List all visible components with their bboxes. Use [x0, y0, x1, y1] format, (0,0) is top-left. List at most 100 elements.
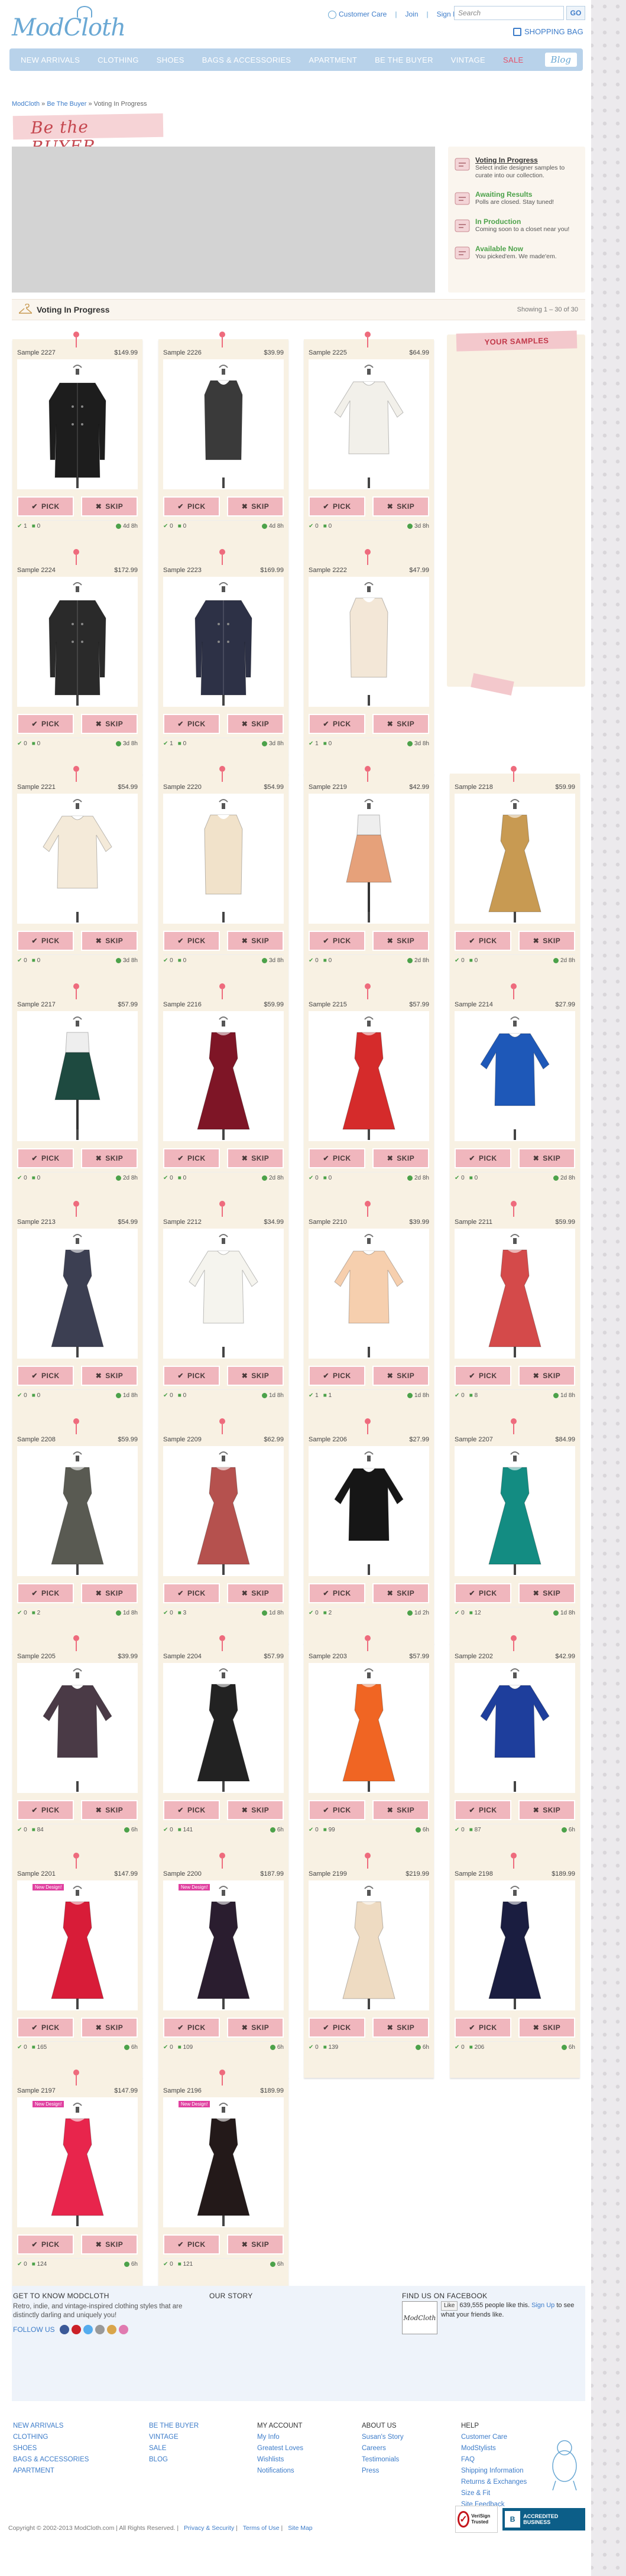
pick-button[interactable]: ✔ PICK — [17, 1366, 74, 1386]
product-name[interactable]: Sample 2206 — [309, 1436, 347, 1443]
comment-count[interactable]: ■ 2 — [323, 1610, 332, 1616]
footer-link-new-arrivals[interactable]: NEW ARRIVALS — [13, 2421, 89, 2432]
product-photo[interactable] — [309, 1011, 429, 1141]
product-photo[interactable] — [17, 1229, 138, 1359]
pick-button[interactable]: ✔ PICK — [309, 931, 365, 951]
product-photo[interactable] — [17, 794, 138, 924]
skip-button[interactable]: ✖ SKIP — [227, 2018, 284, 2038]
breadcrumb-home[interactable]: ModCloth — [12, 100, 40, 108]
comment-count[interactable]: ■ 0 — [178, 1392, 186, 1399]
comment-count[interactable]: ■ 141 — [178, 1827, 193, 1833]
skip-button[interactable]: ✖ SKIP — [518, 2018, 575, 2038]
comment-count[interactable]: ■ 0 — [32, 957, 40, 964]
product-photo[interactable] — [309, 359, 429, 489]
product-photo[interactable] — [309, 577, 429, 707]
comment-count[interactable]: ■ 3 — [178, 1610, 186, 1616]
skip-button[interactable]: ✖ SKIP — [372, 496, 429, 517]
footer-link-shipping-information[interactable]: Shipping Information — [461, 2465, 527, 2477]
comment-count[interactable]: ■ 0 — [323, 740, 332, 747]
customer-care-link[interactable]: Customer Care — [328, 10, 387, 19]
skip-button[interactable]: ✖ SKIP — [518, 1148, 575, 1168]
comment-count[interactable]: ■ 0 — [32, 740, 40, 747]
skip-button[interactable]: ✖ SKIP — [518, 1583, 575, 1603]
product-name[interactable]: Sample 2223 — [163, 567, 202, 574]
facebook-like-button[interactable]: Like — [441, 2301, 458, 2311]
product-photo[interactable] — [455, 1880, 575, 2010]
product-photo[interactable] — [17, 577, 138, 707]
product-name[interactable]: Sample 2203 — [309, 1653, 347, 1660]
skip-button[interactable]: ✖ SKIP — [81, 2234, 138, 2255]
skip-button[interactable]: ✖ SKIP — [227, 1148, 284, 1168]
pick-button[interactable]: ✔ PICK — [309, 1366, 365, 1386]
comment-count[interactable]: ■ 0 — [178, 957, 186, 964]
product-photo[interactable] — [17, 1880, 138, 2010]
product-name[interactable]: Sample 2207 — [455, 1436, 493, 1443]
product-name[interactable]: Sample 2214 — [455, 1001, 493, 1008]
footer-link-apartment[interactable]: APARTMENT — [13, 2465, 89, 2477]
pick-button[interactable]: ✔ PICK — [309, 2018, 365, 2038]
product-photo[interactable] — [163, 1229, 284, 1359]
product-name[interactable]: Sample 2225 — [309, 349, 347, 356]
product-photo[interactable] — [163, 1011, 284, 1141]
pick-button[interactable]: ✔ PICK — [163, 1583, 220, 1603]
skip-button[interactable]: ✖ SKIP — [227, 1800, 284, 1820]
comment-count[interactable]: ■ 1 — [323, 1392, 332, 1399]
shopping-bag-link[interactable]: SHOPPING BAG — [513, 27, 583, 36]
footer-link-customer-care[interactable]: Customer Care — [461, 2432, 527, 2443]
skip-button[interactable]: ✖ SKIP — [227, 2234, 284, 2255]
footer-link-shoes[interactable]: SHOES — [13, 2443, 89, 2454]
comment-count[interactable]: ■ 12 — [469, 1610, 481, 1616]
product-name[interactable]: Sample 2198 — [455, 1870, 493, 1877]
pick-button[interactable]: ✔ PICK — [309, 496, 365, 517]
pick-button[interactable]: ✔ PICK — [309, 1583, 365, 1603]
product-photo[interactable] — [309, 794, 429, 924]
product-name[interactable]: Sample 2205 — [17, 1653, 56, 1660]
product-name[interactable]: Sample 2212 — [163, 1219, 202, 1226]
terms-link[interactable]: Terms of Use — [243, 2525, 280, 2532]
product-name[interactable]: Sample 2209 — [163, 1436, 202, 1443]
product-photo[interactable] — [163, 1880, 284, 2010]
footer-link-my-info[interactable]: My Info — [257, 2432, 303, 2443]
privacy-link[interactable]: Privacy & Security — [184, 2525, 234, 2532]
nav-item-apartment[interactable]: APARTMENT — [300, 48, 366, 71]
product-photo[interactable] — [309, 1229, 429, 1359]
footer-link-modstylists[interactable]: ModStylists — [461, 2443, 527, 2454]
pick-button[interactable]: ✔ PICK — [17, 496, 74, 517]
product-name[interactable]: Sample 2199 — [309, 1870, 347, 1877]
footer-link-returns-exchanges[interactable]: Returns & Exchanges — [461, 2477, 527, 2488]
comment-count[interactable]: ■ 0 — [323, 1175, 332, 1181]
product-name[interactable]: Sample 2200 — [163, 1870, 202, 1877]
skip-button[interactable]: ✖ SKIP — [81, 1800, 138, 1820]
nav-item-clothing[interactable]: CLOTHING — [89, 48, 148, 71]
nav-item-be-the-buyer[interactable]: BE THE BUYER — [366, 48, 442, 71]
product-photo[interactable] — [309, 1880, 429, 2010]
comment-count[interactable]: ■ 206 — [469, 2044, 485, 2051]
nav-item-sale[interactable]: SALE — [494, 48, 532, 71]
footer-link-notifications[interactable]: Notifications — [257, 2465, 303, 2477]
instagram-icon[interactable] — [106, 2325, 116, 2334]
facebook-icon[interactable] — [59, 2325, 69, 2334]
skip-button[interactable]: ✖ SKIP — [372, 1148, 429, 1168]
product-photo[interactable] — [163, 577, 284, 707]
join-link[interactable]: Join — [405, 10, 418, 18]
product-name[interactable]: Sample 2220 — [163, 784, 202, 791]
pick-button[interactable]: ✔ PICK — [455, 1366, 511, 1386]
comment-count[interactable]: ■ 2 — [32, 1610, 40, 1616]
footer-link-blog[interactable]: BLOG — [149, 2454, 199, 2465]
product-name[interactable]: Sample 2218 — [455, 784, 493, 791]
footer-link-susan-s-story[interactable]: Susan's Story — [362, 2432, 404, 2443]
product-name[interactable]: Sample 2215 — [309, 1001, 347, 1008]
product-name[interactable]: Sample 2211 — [455, 1219, 492, 1226]
product-photo[interactable] — [17, 2097, 138, 2227]
pick-button[interactable]: ✔ PICK — [163, 1366, 220, 1386]
pick-button[interactable]: ✔ PICK — [455, 1800, 511, 1820]
search-input[interactable]: Search — [454, 6, 564, 20]
product-photo[interactable] — [17, 359, 138, 489]
comment-count[interactable]: ■ 121 — [178, 2261, 193, 2268]
pick-button[interactable]: ✔ PICK — [163, 931, 220, 951]
skip-button[interactable]: ✖ SKIP — [227, 1366, 284, 1386]
product-photo[interactable] — [163, 1663, 284, 1793]
skip-button[interactable]: ✖ SKIP — [518, 1366, 575, 1386]
pick-button[interactable]: ✔ PICK — [17, 2018, 74, 2038]
nav-item-new-arrivals[interactable]: NEW ARRIVALS — [12, 48, 89, 71]
